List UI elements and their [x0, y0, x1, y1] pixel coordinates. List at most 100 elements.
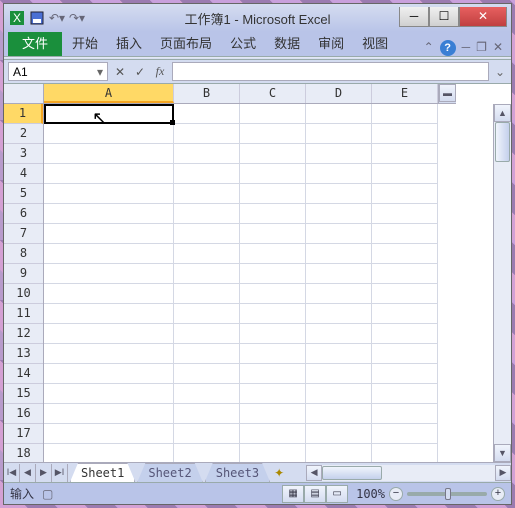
row-header-6[interactable]: 6: [4, 204, 43, 224]
cell[interactable]: [306, 224, 372, 244]
zoom-out-icon[interactable]: −: [389, 487, 403, 501]
cell[interactable]: [174, 264, 240, 284]
cell[interactable]: [44, 204, 174, 224]
cell[interactable]: [240, 344, 306, 364]
scroll-left-icon[interactable]: ◀: [306, 465, 322, 481]
cell[interactable]: [240, 324, 306, 344]
scroll-thumb-v[interactable]: [495, 122, 510, 162]
cell[interactable]: [240, 284, 306, 304]
row-header-7[interactable]: 7: [4, 224, 43, 244]
cell[interactable]: [44, 444, 174, 462]
cell[interactable]: [306, 104, 372, 124]
cell[interactable]: [44, 384, 174, 404]
cell[interactable]: [240, 164, 306, 184]
cell[interactable]: [372, 444, 438, 462]
tab-home[interactable]: 开始: [64, 29, 106, 56]
row-header-4[interactable]: 4: [4, 164, 43, 184]
macro-record-icon[interactable]: ▢: [42, 487, 53, 501]
cell[interactable]: [174, 384, 240, 404]
cell[interactable]: [174, 184, 240, 204]
tab-insert[interactable]: 插入: [108, 29, 150, 56]
row-header-12[interactable]: 12: [4, 324, 43, 344]
cell[interactable]: [372, 224, 438, 244]
ribbon-minimize-icon[interactable]: ⌃: [424, 40, 434, 56]
row-header-18[interactable]: 18: [4, 444, 43, 462]
tab-review[interactable]: 审阅: [310, 29, 352, 56]
cell[interactable]: [174, 204, 240, 224]
cell[interactable]: [306, 204, 372, 224]
tab-nav-next-icon[interactable]: ▶: [36, 464, 52, 482]
row-header-14[interactable]: 14: [4, 364, 43, 384]
cell[interactable]: [174, 104, 240, 124]
cell[interactable]: [306, 164, 372, 184]
col-header-D[interactable]: D: [306, 84, 372, 103]
cell[interactable]: [44, 324, 174, 344]
cell[interactable]: [306, 244, 372, 264]
sheet-tab-sheet2[interactable]: Sheet2: [137, 463, 202, 482]
col-header-B[interactable]: B: [174, 84, 240, 103]
cell[interactable]: [174, 224, 240, 244]
cell[interactable]: [372, 404, 438, 424]
select-all-corner[interactable]: [4, 84, 44, 104]
cell[interactable]: [44, 284, 174, 304]
row-header-1[interactable]: 1: [4, 104, 43, 124]
cell[interactable]: [372, 184, 438, 204]
view-normal-icon[interactable]: ▦: [282, 485, 304, 503]
fx-icon[interactable]: fx: [152, 64, 168, 80]
view-pagelayout-icon[interactable]: ▤: [304, 485, 326, 503]
cell[interactable]: [44, 264, 174, 284]
row-header-16[interactable]: 16: [4, 404, 43, 424]
cell[interactable]: [174, 244, 240, 264]
tab-data[interactable]: 数据: [266, 29, 308, 56]
cell[interactable]: [240, 244, 306, 264]
help-icon[interactable]: ?: [440, 40, 456, 56]
zoom-in-icon[interactable]: +: [491, 487, 505, 501]
sheet-tab-sheet3[interactable]: Sheet3: [205, 463, 270, 482]
cell[interactable]: [44, 104, 174, 124]
cell[interactable]: [174, 304, 240, 324]
cell[interactable]: [372, 244, 438, 264]
cell[interactable]: [372, 324, 438, 344]
cell[interactable]: [174, 424, 240, 444]
cell[interactable]: [372, 124, 438, 144]
titlebar[interactable]: X ↶▾ ↷▾ 工作簿1 - Microsoft Excel ─ ☐ ✕: [4, 4, 511, 32]
cell[interactable]: [372, 164, 438, 184]
cell[interactable]: [240, 144, 306, 164]
cell[interactable]: [44, 424, 174, 444]
cell[interactable]: [240, 384, 306, 404]
cell[interactable]: [372, 284, 438, 304]
doc-close-icon[interactable]: ✕: [493, 40, 503, 56]
cell[interactable]: [240, 364, 306, 384]
cell[interactable]: [240, 304, 306, 324]
cell[interactable]: [174, 324, 240, 344]
cell[interactable]: [240, 264, 306, 284]
horizontal-scrollbar[interactable]: ◀ ▶: [306, 465, 511, 481]
scroll-thumb-h[interactable]: [322, 466, 382, 480]
scroll-up-icon[interactable]: ▲: [494, 104, 511, 122]
col-header-E[interactable]: E: [372, 84, 438, 103]
scroll-right-icon[interactable]: ▶: [495, 465, 511, 481]
zoom-slider[interactable]: [407, 492, 487, 496]
formula-input[interactable]: [172, 62, 489, 81]
undo-icon[interactable]: ↶▾: [48, 9, 66, 27]
cell[interactable]: [306, 264, 372, 284]
tab-nav-last-icon[interactable]: ▶I: [52, 464, 68, 482]
cell[interactable]: [174, 444, 240, 462]
cell[interactable]: [306, 144, 372, 164]
cell[interactable]: [306, 284, 372, 304]
doc-minimize-icon[interactable]: ─: [462, 40, 471, 56]
row-header-17[interactable]: 17: [4, 424, 43, 444]
cell[interactable]: [44, 184, 174, 204]
enter-icon[interactable]: ✓: [132, 64, 148, 80]
doc-restore-icon[interactable]: ❐: [476, 40, 487, 56]
row-header-9[interactable]: 9: [4, 264, 43, 284]
file-tab[interactable]: 文件: [8, 29, 62, 56]
cell[interactable]: [44, 244, 174, 264]
cell[interactable]: [306, 324, 372, 344]
cell[interactable]: [174, 284, 240, 304]
maximize-button[interactable]: ☐: [429, 7, 459, 27]
cell[interactable]: [44, 224, 174, 244]
cell[interactable]: [240, 184, 306, 204]
cell[interactable]: [306, 444, 372, 462]
cell[interactable]: [44, 124, 174, 144]
